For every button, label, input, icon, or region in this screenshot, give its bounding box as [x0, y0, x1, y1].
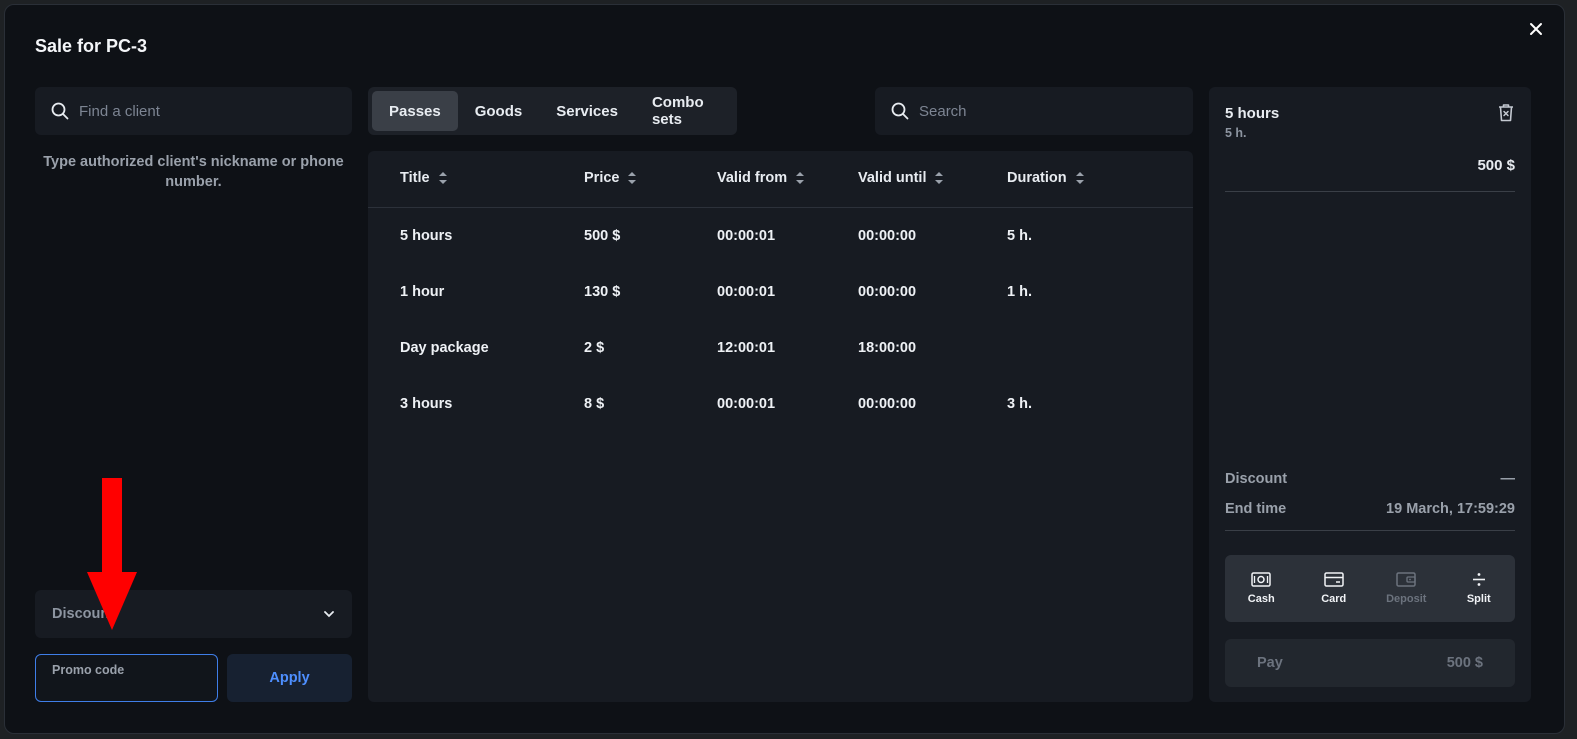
- cart-item-title: 5 hours: [1225, 105, 1280, 122]
- table-header: Title Price Valid from Valid until Durat…: [368, 151, 1193, 208]
- divider: [1225, 530, 1515, 531]
- modal-title: Sale for PC-3: [35, 36, 148, 56]
- cell-valid-until: 00:00:00: [858, 396, 917, 412]
- sort-icon: [796, 172, 805, 184]
- cell-title: 5 hours: [400, 228, 453, 244]
- pay-button-label: Pay: [1257, 655, 1283, 671]
- cell-title: 1 hour: [400, 284, 445, 300]
- cell-title: 3 hours: [400, 396, 453, 412]
- promo-code-field[interactable]: Promo code: [35, 654, 218, 702]
- payment-methods: Cash Card Deposit Split: [1225, 555, 1515, 622]
- table-row[interactable]: 5 hours 500 $ 00:00:01 00:00:00 5 h.: [368, 208, 1193, 264]
- remove-item-button[interactable]: [1497, 103, 1515, 127]
- discount-dropdown[interactable]: Discount: [35, 590, 352, 638]
- cell-price: 500 $: [584, 228, 621, 244]
- cart-panel: 5 hours 5 h. 500 $ Discount — End time 1…: [1209, 87, 1531, 702]
- chevron-down-icon: [324, 610, 334, 617]
- search-icon: [51, 102, 69, 120]
- discount-summary-label: Discount: [1225, 471, 1288, 487]
- pay-button[interactable]: Pay 500 $: [1225, 639, 1515, 687]
- column-header-price[interactable]: Price: [584, 170, 637, 186]
- cell-valid-from: 12:00:01: [717, 340, 776, 356]
- close-icon: [1530, 23, 1542, 35]
- search-icon: [891, 102, 909, 120]
- cash-icon: [1251, 572, 1271, 587]
- card-icon: [1324, 572, 1344, 587]
- sort-icon: [628, 172, 637, 184]
- close-button[interactable]: [1526, 19, 1546, 39]
- table-row[interactable]: 3 hours 8 $ 00:00:01 00:00:00 3 h.: [368, 376, 1193, 432]
- discount-summary-value: —: [1500, 471, 1516, 487]
- promo-code-label: Promo code: [52, 663, 125, 677]
- discount-summary-row: Discount —: [1225, 471, 1515, 487]
- wallet-icon: [1396, 572, 1416, 587]
- cell-title: Day package: [400, 340, 489, 356]
- sort-icon: [438, 172, 447, 184]
- tab-combo-sets[interactable]: Combo sets: [635, 91, 733, 131]
- trash-icon: [1499, 104, 1513, 122]
- cell-valid-from: 00:00:01: [717, 396, 776, 412]
- cell-valid-until: 00:00:00: [858, 228, 917, 244]
- annotation-arrow-icon: [87, 478, 137, 630]
- tab-goods[interactable]: Goods: [458, 91, 540, 131]
- pay-method-cash[interactable]: Cash: [1225, 555, 1298, 622]
- cart-item-price: 500 $: [1477, 157, 1515, 174]
- tab-services[interactable]: Services: [539, 91, 635, 131]
- end-time-value: 19 March, 17:59:29: [1386, 501, 1515, 517]
- pay-method-card[interactable]: Card: [1298, 555, 1371, 622]
- cell-price: 2 $: [584, 340, 605, 356]
- cell-valid-from: 00:00:01: [717, 284, 776, 300]
- cell-duration: 5 h.: [1007, 228, 1032, 244]
- passes-table: Title Price Valid from Valid until Durat…: [368, 151, 1193, 702]
- goods-search-input[interactable]: [919, 102, 1159, 120]
- client-search-hint: Type authorized client's nickname or pho…: [43, 154, 344, 190]
- cell-valid-until: 18:00:00: [858, 340, 917, 356]
- cell-price: 8 $: [584, 396, 605, 412]
- tab-passes[interactable]: Passes: [372, 91, 458, 131]
- client-search-box[interactable]: [35, 87, 352, 135]
- end-time-row: End time 19 March, 17:59:29: [1225, 501, 1515, 517]
- column-header-valid-from[interactable]: Valid from: [717, 170, 805, 186]
- table-row[interactable]: 1 hour 130 $ 00:00:01 00:00:00 1 h.: [368, 264, 1193, 320]
- divide-icon: [1472, 573, 1485, 586]
- table-row[interactable]: Day package 2 $ 12:00:01 18:00:00: [368, 320, 1193, 376]
- pay-button-amount: 500 $: [1446, 655, 1483, 671]
- cell-price: 130 $: [584, 284, 621, 300]
- goods-search-box[interactable]: [875, 87, 1193, 135]
- sale-modal: Sale for PC-3 Type authorized client's n…: [4, 4, 1565, 734]
- divider: [1225, 191, 1515, 192]
- sort-icon: [935, 172, 944, 184]
- pay-method-deposit[interactable]: Deposit: [1370, 555, 1443, 622]
- cell-duration: 1 h.: [1007, 284, 1032, 300]
- apply-promo-button[interactable]: Apply: [227, 654, 352, 702]
- client-search-input[interactable]: [79, 102, 319, 120]
- category-tabs: Passes Goods Services Combo sets: [368, 87, 737, 135]
- cell-valid-from: 00:00:01: [717, 228, 776, 244]
- cell-duration: 3 h.: [1007, 396, 1032, 412]
- cell-valid-until: 00:00:00: [858, 284, 917, 300]
- sort-icon: [1075, 172, 1084, 184]
- cart-item-duration: 5 h.: [1225, 126, 1247, 140]
- column-header-valid-until[interactable]: Valid until: [858, 170, 944, 186]
- column-header-title[interactable]: Title: [400, 170, 448, 186]
- column-header-duration[interactable]: Duration: [1007, 170, 1085, 186]
- end-time-label: End time: [1225, 501, 1287, 517]
- pay-method-split[interactable]: Split: [1443, 555, 1516, 622]
